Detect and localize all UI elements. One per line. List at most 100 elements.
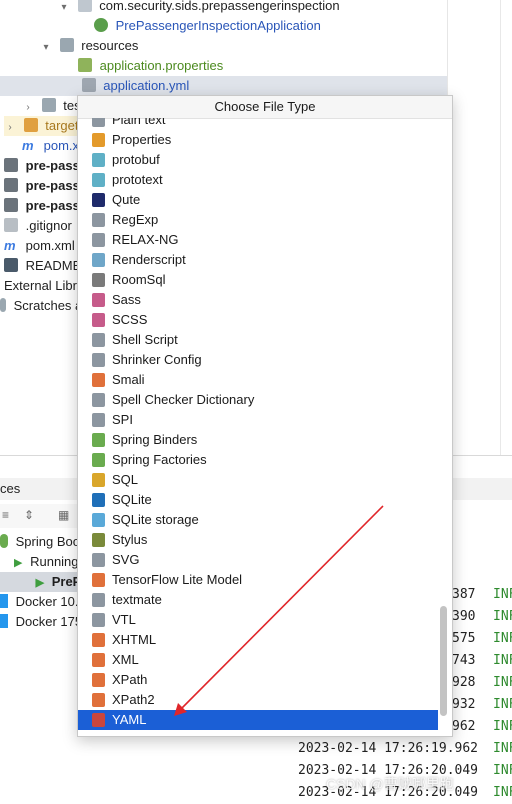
tree-app-class-row[interactable]: PrePassengerInspectionApplication bbox=[94, 16, 321, 36]
file-type-label: YAML bbox=[112, 712, 147, 727]
module2-label: pre-pass bbox=[25, 178, 80, 193]
tree-scratches-row[interactable]: Scratches a bbox=[0, 296, 82, 316]
docker2-label: Docker 175 bbox=[15, 614, 83, 629]
tree-module3-row[interactable]: pre-pass bbox=[4, 196, 80, 216]
file-type-item[interactable]: XML bbox=[78, 650, 438, 670]
file-type-item[interactable]: prototext bbox=[78, 170, 438, 190]
scss-icon bbox=[92, 313, 105, 327]
spi-icon bbox=[92, 413, 105, 427]
popup-scrollbar[interactable] bbox=[440, 606, 447, 716]
file-type-item[interactable]: Smali bbox=[78, 370, 438, 390]
file-type-item[interactable]: RoomSql bbox=[78, 270, 438, 290]
file-type-item[interactable]: Plain text bbox=[78, 118, 438, 130]
pom-label: pom.x bbox=[43, 138, 80, 153]
external-libs-label: External Libr bbox=[4, 278, 77, 293]
chevron-right-icon[interactable]: › bbox=[22, 98, 34, 118]
file-type-item[interactable]: SQL bbox=[78, 470, 438, 490]
vtl-icon bbox=[92, 613, 105, 627]
file-type-item[interactable]: Stylus bbox=[78, 530, 438, 550]
expand-all-icon[interactable]: ⇕ bbox=[24, 508, 34, 522]
file-type-item[interactable]: XHTML bbox=[78, 630, 438, 650]
module-file-icon bbox=[4, 158, 18, 172]
file-type-item[interactable]: Properties bbox=[78, 130, 438, 150]
tree-test-row[interactable]: › tes bbox=[22, 96, 81, 116]
service-docker1-row[interactable]: Docker 10. bbox=[0, 592, 79, 612]
app-yml-label: application.yml bbox=[103, 78, 190, 93]
renderscript-icon bbox=[92, 253, 105, 267]
file-type-list[interactable]: Plain text Properties protobuf prototext Qut… bbox=[78, 118, 438, 736]
tree-pom-xml-row[interactable]: m pom.xml bbox=[4, 236, 75, 256]
file-type-item[interactable]: SVG bbox=[78, 550, 438, 570]
tree-module1-row[interactable]: pre-pass bbox=[4, 156, 80, 176]
docker-icon bbox=[0, 594, 8, 608]
file-type-label: XHTML bbox=[112, 632, 157, 647]
file-type-item[interactable]: Qute bbox=[78, 190, 438, 210]
group-icon[interactable]: ▦ bbox=[58, 508, 69, 522]
file-type-label: Spring Factories bbox=[112, 452, 207, 467]
collapse-all-icon[interactable]: ≡ bbox=[2, 508, 9, 522]
file-type-item[interactable]: textmate bbox=[78, 590, 438, 610]
file-type-label: textmate bbox=[112, 592, 162, 607]
chevron-right-icon[interactable]: › bbox=[4, 118, 16, 138]
file-type-label: RoomSql bbox=[112, 272, 166, 287]
choose-file-type-popup[interactable]: Choose File Type Plain text Properties pro… bbox=[77, 95, 453, 737]
file-type-item[interactable]: Spell Checker Dictionary bbox=[78, 390, 438, 410]
file-type-item[interactable]: RegExp bbox=[78, 210, 438, 230]
regexp-icon bbox=[92, 213, 105, 227]
service-prep-row[interactable]: ▶ PreP bbox=[0, 572, 81, 592]
tree-resources-row[interactable]: ▾ resources bbox=[40, 36, 138, 56]
docker1-label: Docker 10. bbox=[15, 594, 79, 609]
file-type-item[interactable]: SCSS bbox=[78, 310, 438, 330]
file-type-item[interactable]: Shrinker Config bbox=[78, 350, 438, 370]
target-folder-label: target bbox=[45, 118, 79, 133]
spring-boot-label: Spring Boo bbox=[15, 534, 80, 549]
file-type-label: TensorFlow Lite Model bbox=[112, 572, 243, 587]
file-type-item[interactable]: SPI bbox=[78, 410, 438, 430]
file-type-label: Spell Checker Dictionary bbox=[112, 392, 255, 407]
service-running-row[interactable]: ▶ Running bbox=[14, 552, 79, 572]
chevron-down-icon[interactable]: ▾ bbox=[40, 38, 52, 58]
file-type-item[interactable]: SQLite storage bbox=[78, 510, 438, 530]
file-type-item[interactable]: Spring Factories bbox=[78, 450, 438, 470]
file-type-item[interactable]: TensorFlow Lite Model bbox=[78, 570, 438, 590]
service-docker2-row[interactable]: Docker 175 bbox=[0, 612, 82, 632]
tree-module2-row[interactable]: pre-pass bbox=[4, 176, 80, 196]
chevron-down-icon[interactable]: ▾ bbox=[58, 0, 70, 18]
roomsql-icon bbox=[92, 273, 105, 287]
readme-label: README bbox=[25, 258, 82, 273]
tree-package-row[interactable]: ▾ com.security.sids.prepassengerinspecti… bbox=[58, 0, 340, 16]
tree-app-properties-row[interactable]: application.properties bbox=[78, 56, 223, 76]
file-type-item[interactable]: YAML bbox=[78, 710, 438, 730]
tree-pom-row[interactable]: m pom.x bbox=[22, 136, 79, 156]
xhtml-icon bbox=[92, 633, 105, 647]
file-type-item[interactable]: Sass bbox=[78, 290, 438, 310]
file-type-item[interactable]: SQLite bbox=[78, 490, 438, 510]
file-type-item[interactable]: VTL bbox=[78, 610, 438, 630]
tree-gitignore-row[interactable]: .gitignor bbox=[4, 216, 72, 236]
run-icon: ▶ bbox=[35, 577, 45, 589]
maven-icon: m bbox=[22, 138, 34, 153]
file-type-item[interactable]: XPath bbox=[78, 670, 438, 690]
tree-target-row[interactable]: › target bbox=[4, 116, 84, 136]
file-type-item[interactable]: Shell Script bbox=[78, 330, 438, 350]
run-icon: ▶ bbox=[14, 557, 23, 569]
file-type-item[interactable]: RELAX-NG bbox=[78, 230, 438, 250]
xpath-icon bbox=[92, 673, 105, 687]
package-icon bbox=[77, 0, 92, 12]
tree-readme-row[interactable]: README bbox=[4, 256, 81, 276]
file-type-item[interactable]: Renderscript bbox=[78, 250, 438, 270]
file-type-item[interactable]: XPath2 bbox=[78, 690, 438, 710]
file-type-item[interactable]: Spring Binders bbox=[78, 430, 438, 450]
file-type-item[interactable]: protobuf bbox=[78, 150, 438, 170]
smali-icon bbox=[92, 373, 105, 387]
service-spring-boot-row[interactable]: Spring Boo bbox=[0, 532, 80, 552]
shrinker-config-icon bbox=[92, 353, 105, 367]
file-type-label: SVG bbox=[112, 552, 140, 567]
tree-app-yml-row[interactable]: application.yml bbox=[0, 76, 447, 96]
spring-boot-icon bbox=[0, 534, 8, 548]
file-type-label: SCSS bbox=[112, 312, 148, 327]
sass-icon bbox=[92, 293, 105, 307]
module1-label: pre-pass bbox=[25, 158, 80, 173]
gitignore-icon bbox=[4, 218, 18, 232]
tree-external-libs-row[interactable]: External Libr bbox=[4, 276, 77, 296]
